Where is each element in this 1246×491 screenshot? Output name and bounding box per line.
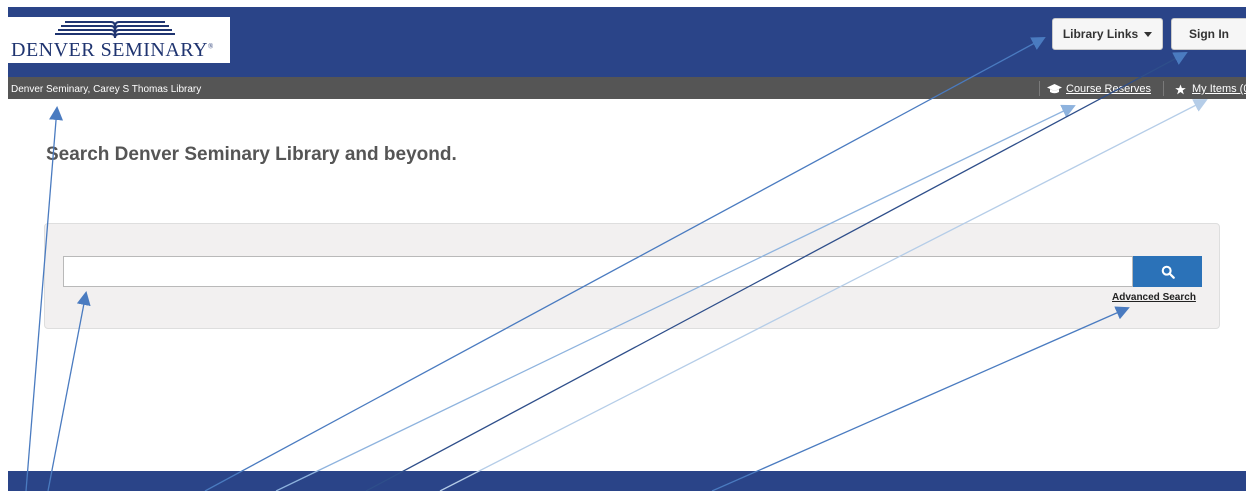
divider — [1163, 81, 1164, 96]
graduation-cap-icon — [1047, 84, 1062, 94]
caret-down-icon — [1144, 32, 1153, 37]
course-reserves-link[interactable]: Course Reserves — [1066, 83, 1151, 95]
advanced-search-link[interactable]: Advanced Search — [1112, 292, 1196, 303]
divider — [1039, 81, 1040, 96]
search-input[interactable] — [63, 256, 1133, 287]
my-items-link[interactable]: My Items (0 — [1192, 83, 1246, 95]
library-links-label: Library Links — [1062, 27, 1139, 41]
footer-bar — [8, 471, 1246, 491]
library-name: Denver Seminary, Carey S Thomas Library — [11, 84, 202, 95]
page-title: Search Denver Seminary Library and beyon… — [46, 144, 457, 165]
search-icon — [1161, 265, 1175, 279]
library-links-dropdown[interactable]: Library Links — [1052, 18, 1163, 50]
logo-text: DENVER SEMINARY® — [11, 39, 214, 61]
sign-in-label: Sign In — [1189, 27, 1229, 41]
book-logo-icon — [55, 21, 175, 39]
sign-in-button[interactable]: Sign In — [1171, 18, 1246, 50]
star-icon — [1175, 84, 1186, 95]
search-button[interactable] — [1133, 256, 1202, 287]
logo[interactable]: DENVER SEMINARY® — [8, 17, 230, 63]
arrow-to-advanced-search — [711, 306, 1130, 491]
